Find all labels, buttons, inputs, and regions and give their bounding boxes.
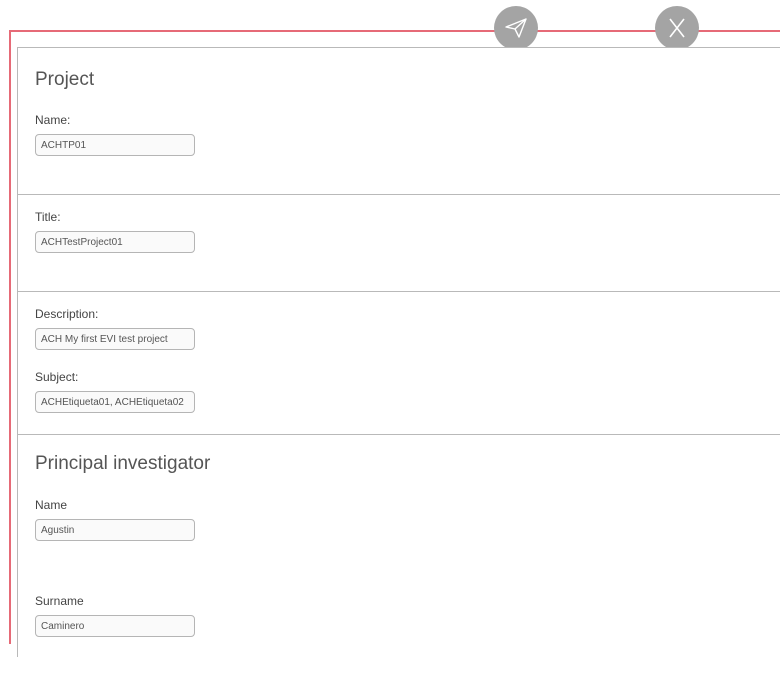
project-section: Project Name: [18, 48, 780, 195]
close-button[interactable] [655, 6, 699, 50]
project-name-field[interactable] [35, 134, 195, 156]
investigator-name-field[interactable] [35, 519, 195, 541]
description-section: Description: Subject: [18, 292, 780, 435]
investigator-surname-label: Surname [35, 594, 84, 608]
close-x-icon [669, 18, 685, 38]
description-field[interactable] [35, 328, 195, 350]
title-label: Title: [35, 210, 61, 224]
project-heading: Project [35, 69, 95, 90]
description-label: Description: [35, 307, 99, 321]
send-button[interactable] [494, 6, 538, 50]
subject-label: Subject: [35, 370, 79, 384]
principal-investigator-section: Principal investigator Name Surname [18, 435, 780, 675]
paper-plane-icon [505, 18, 527, 38]
investigator-name-label: Name [35, 498, 68, 512]
title-section: Title: [18, 195, 780, 292]
title-field[interactable] [35, 231, 195, 253]
investigator-surname-field[interactable] [35, 615, 195, 637]
principal-investigator-heading: Principal investigator [35, 453, 211, 474]
subject-field[interactable] [35, 391, 195, 413]
form-frame-left-border [9, 30, 11, 644]
project-name-label: Name: [35, 113, 71, 127]
project-form-panel: Project Name: Title: Description: Subjec… [17, 47, 780, 657]
